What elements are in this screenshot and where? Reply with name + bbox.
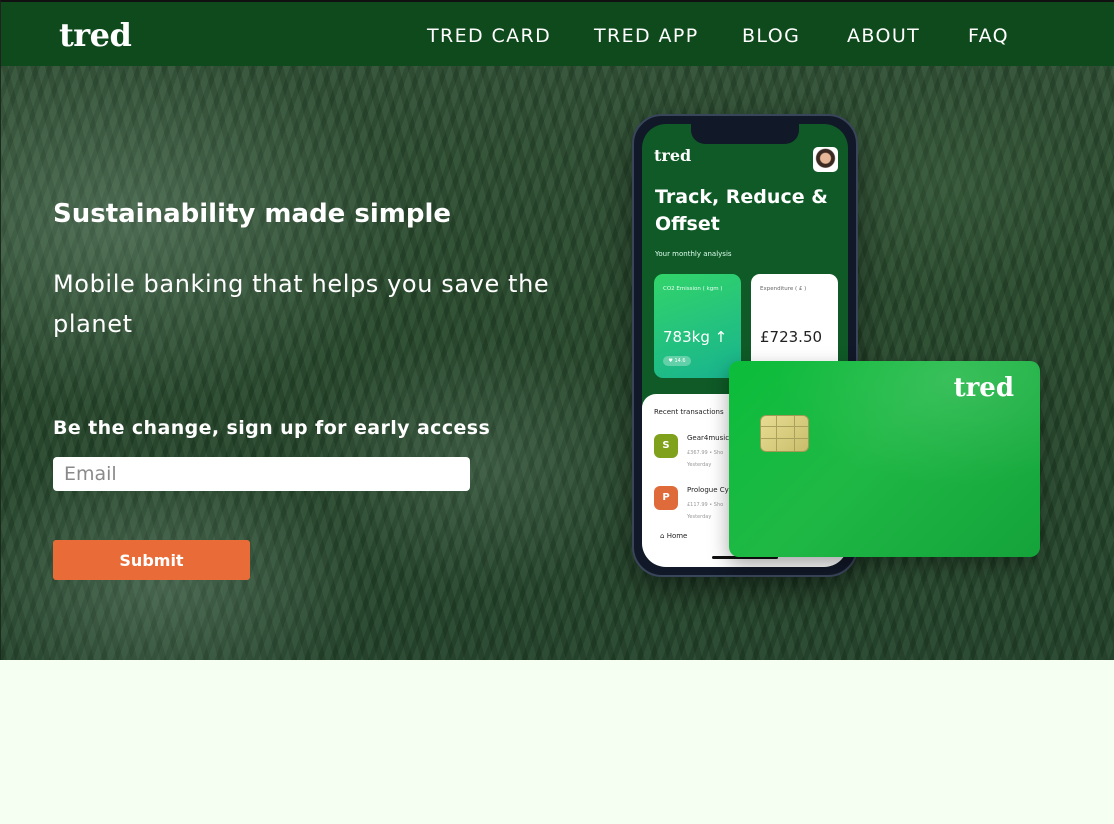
transaction-date: Yesterday — [687, 462, 712, 468]
home-tab: ⌂ Home — [660, 532, 687, 540]
card-chip-icon — [760, 415, 809, 452]
transaction-icon: P — [654, 486, 678, 510]
app-analysis-label: Your monthly analysis — [655, 250, 732, 258]
co2-emission-value: 783kg ↑ — [663, 328, 728, 346]
lower-section — [0, 660, 1114, 824]
signup-label: Be the change, sign up for early access — [53, 417, 491, 439]
app-title: Track, Reduce & Offset — [655, 186, 828, 235]
card-logo: tred — [953, 373, 1014, 403]
phone-notch — [691, 124, 799, 144]
co2-emission-label: CO2 Emission ( kgm ) — [663, 286, 723, 292]
transaction-icon: S — [654, 434, 678, 458]
transaction-date: Yesterday — [687, 514, 712, 520]
transaction-name: Prologue Cy — [687, 486, 729, 494]
transaction-name: Gear4music — [687, 434, 730, 442]
hero-section: Sustainability made simple Mobile bankin… — [0, 66, 1114, 660]
co2-emission-badge: ♥ 14.6 — [663, 356, 691, 366]
avatar — [813, 147, 838, 172]
app-logo: tred — [654, 146, 692, 165]
nav-link-tred-app[interactable]: TRED APP — [594, 25, 699, 47]
transaction-amount: £117.99 • Sho — [687, 502, 724, 508]
hero-title: Sustainability made simple — [53, 199, 451, 229]
home-icon: ⌂ — [660, 532, 665, 540]
hero-subtitle: Mobile banking that helps you save the p… — [53, 270, 550, 338]
co2-emission-card: CO2 Emission ( kgm ) 783kg ↑ ♥ 14.6 — [654, 274, 741, 378]
home-tab-label: Home — [666, 532, 688, 540]
expenditure-label: Expenditure ( £ ) — [760, 286, 807, 292]
tred-card-image: tred — [729, 361, 1040, 557]
nav-link-tred-card[interactable]: TRED CARD — [427, 25, 551, 47]
nav-link-faq[interactable]: FAQ — [968, 25, 1009, 47]
nav-link-blog[interactable]: BLOG — [742, 25, 800, 47]
submit-button[interactable]: Submit — [53, 540, 250, 580]
transaction-amount: £367.99 • Sho — [687, 450, 724, 456]
recent-transactions-label: Recent transactions — [654, 408, 724, 416]
top-navbar: tred TRED CARD TRED APP BLOG ABOUT FAQ — [0, 0, 1114, 66]
email-field[interactable] — [53, 457, 470, 491]
tred-logo[interactable]: tred — [59, 16, 132, 54]
nav-link-about[interactable]: ABOUT — [847, 25, 920, 47]
expenditure-value: £723.50 — [760, 328, 823, 346]
